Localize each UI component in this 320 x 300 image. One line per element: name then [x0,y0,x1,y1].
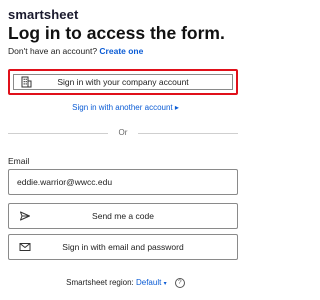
smartsheet-logo: smartsheet [8,7,79,22]
send-code-button[interactable]: Send me a code [8,203,238,229]
page-title: Log in to access the form. [8,23,225,43]
region-selector-row: Smartsheet region: Default ▾ ? [0,278,251,288]
send-icon [19,210,31,222]
create-account-link[interactable]: Create one [99,46,143,56]
or-divider: Or [8,128,238,138]
building-icon [20,76,32,88]
caret-down-icon: ▾ [163,281,167,288]
envelope-icon [19,241,31,253]
region-value: Default [135,278,162,288]
signup-prompt: Don't have an account? [8,46,98,56]
region-dropdown[interactable]: Default ▾ [136,278,167,287]
email-label: Email [8,156,30,166]
email-password-button[interactable]: Sign in with email and password [8,234,238,260]
company-account-button[interactable]: Sign in with your company account [8,69,238,95]
send-code-label: Send me a code [92,211,154,221]
company-account-label: Sign in with your company account [57,77,189,87]
another-account-link[interactable]: Sign in with another account ▸ [0,103,251,112]
email-password-label: Sign in with email and password [62,242,184,252]
region-label: Smartsheet region: [66,278,134,288]
help-icon[interactable]: ? [174,278,185,288]
signup-row: Don't have an account? Create one [8,46,143,56]
email-field[interactable] [8,169,238,195]
divider-line-right [138,133,238,134]
